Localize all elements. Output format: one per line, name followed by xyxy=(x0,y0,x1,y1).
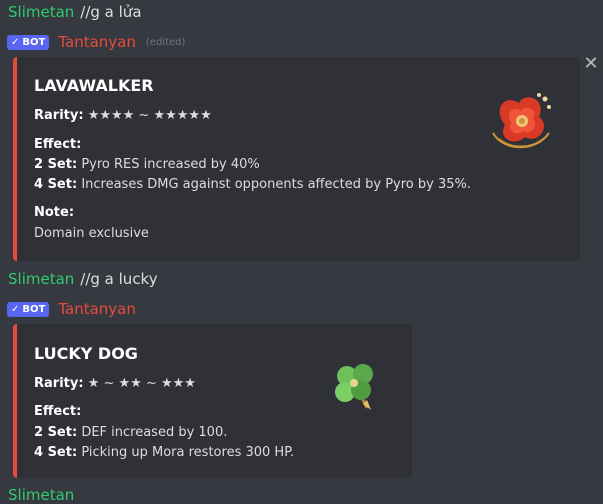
edited-label: (edited) xyxy=(145,36,186,48)
bot-reply-header-2: ✓ BOT Tantanyan xyxy=(7,300,136,318)
rarity-label: Rarity: xyxy=(34,376,84,391)
message-header-1: Slimetan //g a lửa xyxy=(8,3,142,21)
message-header-2: Slimetan //g a lucky xyxy=(8,270,158,288)
set4-row: 4 Set: Increases DMG against opponents a… xyxy=(34,177,471,192)
set2-label: 2 Set: xyxy=(34,157,78,172)
set4-row: 4 Set: Picking up Mora restores 300 HP. xyxy=(34,445,294,460)
set2-row: 2 Set: Pyro RES increased by 40% xyxy=(34,157,260,172)
bot-badge: ✓ BOT xyxy=(7,301,50,317)
embed-lucky-dog: LUCKY DOG Rarity: ★ ~ ★★ ~ ★★★ Effect: 2… xyxy=(13,324,412,478)
effect-label: Effect: xyxy=(34,137,82,152)
rarity-value: ★★★★ ~ ★★★★★ xyxy=(87,108,212,123)
set2-row: 2 Set: DEF increased by 100. xyxy=(34,425,227,440)
bot-username[interactable]: Tantanyan xyxy=(58,300,136,318)
embed-title: LUCKY DOG xyxy=(34,344,138,363)
set2-text: DEF increased by 100. xyxy=(81,425,228,440)
message-text: //g a lucky xyxy=(80,270,158,288)
note-label: Note: xyxy=(34,205,75,220)
message-text: //g a lửa xyxy=(80,3,142,21)
bot-username[interactable]: Tantanyan xyxy=(58,33,136,51)
clover-artifact-icon xyxy=(335,364,373,410)
set4-text: Picking up Mora restores 300 HP. xyxy=(81,445,295,460)
rarity-value: ★ ~ ★★ ~ ★★★ xyxy=(87,376,196,391)
set4-label: 4 Set: xyxy=(34,445,78,460)
username[interactable]: Slimetan xyxy=(8,486,74,504)
message-header-3-partial: Slimetan xyxy=(8,486,74,504)
check-icon: ✓ xyxy=(11,303,20,315)
effect-label: Effect: xyxy=(34,404,82,419)
check-icon: ✓ xyxy=(11,36,20,48)
set2-label: 2 Set: xyxy=(34,425,78,440)
username[interactable]: Slimetan xyxy=(8,270,74,288)
note-text: Domain exclusive xyxy=(34,226,149,241)
set4-label: 4 Set: xyxy=(34,177,78,192)
red-flower-artifact-icon xyxy=(492,93,551,149)
bot-badge: ✓ BOT xyxy=(7,34,50,50)
embed-lavawalker: LAVAWALKER Rarity: ★★★★ ~ ★★★★★ Effect: … xyxy=(13,57,580,261)
set4-text: Increases DMG against opponents affected… xyxy=(81,177,472,192)
bot-reply-header-1: ✓ BOT Tantanyan (edited) xyxy=(7,33,185,51)
set2-text: Pyro RES increased by 40% xyxy=(81,157,260,172)
close-icon[interactable]: ✕ xyxy=(583,55,599,73)
embed-title: LAVAWALKER xyxy=(34,76,154,95)
username[interactable]: Slimetan xyxy=(8,3,74,21)
rarity-row: Rarity: ★★★★ ~ ★★★★★ xyxy=(34,108,212,123)
rarity-label: Rarity: xyxy=(34,108,84,123)
rarity-row: Rarity: ★ ~ ★★ ~ ★★★ xyxy=(34,376,196,391)
